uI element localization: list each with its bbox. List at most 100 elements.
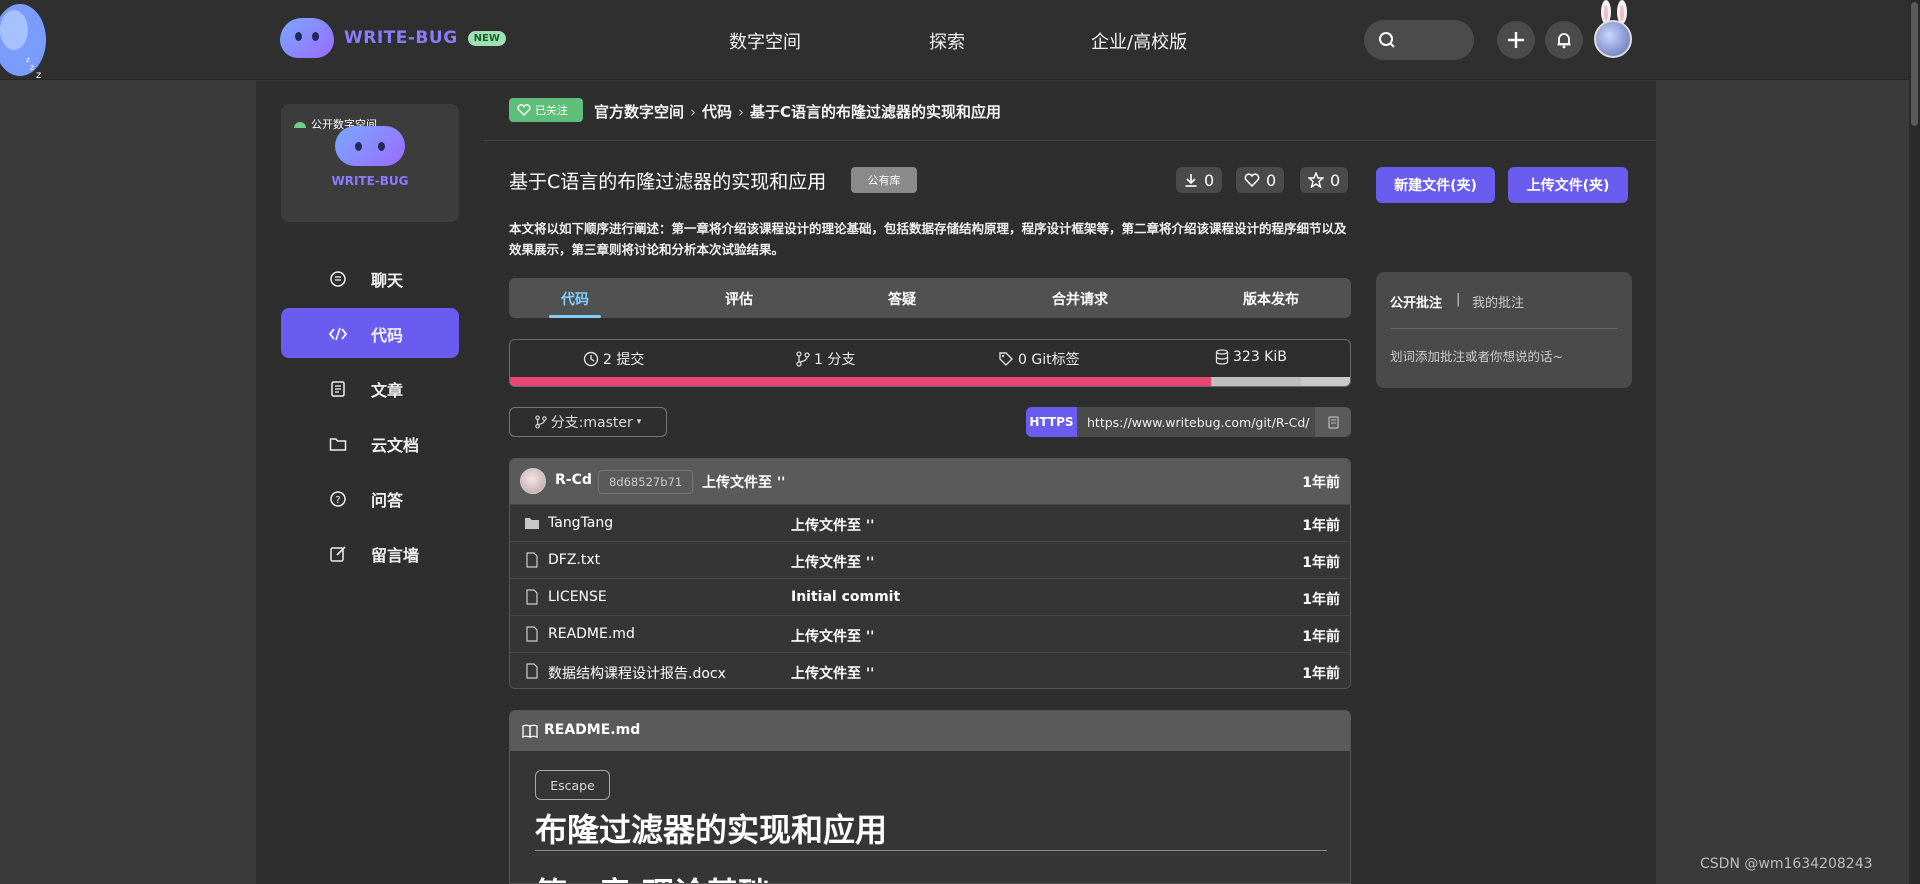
file-name[interactable]: 数据结构课程设计报告.docx [548, 663, 726, 683]
file-icon [526, 626, 538, 642]
readme-subheading: 第一章 理论基础 [535, 869, 770, 883]
table-row[interactable]: DFZ.txt 上传文件至 '' 1年前 [510, 541, 1350, 578]
tab-code[interactable]: 代码 [561, 289, 589, 309]
brand-name: WRITE-BUG [344, 28, 458, 48]
create-button[interactable] [1497, 21, 1535, 59]
repo-stats: 2 提交 1 分支 0 Git标签 323 KiB [509, 339, 1351, 387]
table-row[interactable]: TangTang 上传文件至 '' 1年前 [510, 504, 1350, 541]
sidebar-item-qa[interactable]: ? 问答 [281, 473, 459, 523]
branch-icon [796, 351, 810, 367]
sidebar-item-code[interactable]: 代码 [281, 308, 459, 358]
user-avatar[interactable] [1594, 20, 1632, 58]
sidebar-item-article[interactable]: 文章 [281, 363, 459, 413]
nav-enterprise[interactable]: 企业/高校版 [1091, 28, 1187, 54]
copy-button[interactable] [1315, 407, 1351, 437]
author-avatar[interactable] [520, 468, 546, 494]
upload-file-button[interactable]: 上传文件(夹) [1508, 167, 1628, 203]
nav-explore[interactable]: 探索 [929, 28, 965, 54]
sidebar-item-cloud-docs[interactable]: 云文档 [281, 418, 459, 468]
readme-divider [535, 850, 1327, 851]
file-time: 1年前 [1302, 518, 1340, 534]
branches-label: 1 分支 [814, 352, 856, 368]
table-row[interactable]: LICENSE Initial commit 1年前 [510, 578, 1350, 615]
clone-url[interactable]: https://www.writebug.com/git/R-Cd/ [1077, 407, 1315, 437]
star-icon [1308, 172, 1324, 188]
file-name[interactable]: README.md [548, 626, 635, 642]
like-button[interactable]: 0 [1236, 167, 1285, 193]
scrollbar-thumb[interactable] [1911, 2, 1918, 126]
caret-down-icon: ▾ [636, 417, 642, 427]
tag-icon [999, 352, 1013, 366]
commit-hash[interactable]: 8d68527b71 [598, 470, 694, 494]
file-commit-message: 上传文件至 '' [791, 518, 875, 534]
space-card[interactable]: 公开数字空间 WRITE-BUG [281, 104, 459, 222]
tab-releases[interactable]: 版本发布 [1243, 289, 1299, 309]
branch-label: 分支:master [550, 415, 633, 431]
search-button[interactable] [1364, 20, 1474, 60]
file-time: 1年前 [1302, 592, 1340, 608]
breadcrumb-official-space[interactable]: 官方数字空间 [594, 103, 684, 121]
sidebar-item-label: 聊天 [371, 271, 404, 290]
sidebar-item-message-wall[interactable]: 留言墙 [281, 528, 459, 578]
file-commit-message: 上传文件至 '' [791, 555, 875, 571]
clone-protocol[interactable]: HTTPS [1026, 407, 1077, 437]
folder-icon [525, 518, 539, 529]
breadcrumb-repo: 基于C语言的布隆过滤器的实现和应用 [750, 103, 1002, 121]
language-bar-primary [510, 377, 1212, 386]
download-icon [1185, 174, 1197, 187]
file-name[interactable]: LICENSE [548, 589, 607, 605]
tab-my-notes[interactable]: 我的批注 [1472, 292, 1524, 311]
nav-digital-space[interactable]: 数字空间 [729, 28, 801, 54]
branch-selector[interactable]: 分支:master ▾ [509, 407, 667, 437]
watermark: CSDN @wm1634208243 [1700, 856, 1873, 872]
heart-icon [517, 104, 531, 116]
svg-text:z: z [30, 63, 34, 72]
tags-stat[interactable]: 0 Git标签 [998, 349, 1080, 369]
repo-description: 本文将以如下顺序进行阐述：第一章将介绍该课程设计的理论基础，包括数据存储结构原理… [509, 221, 1347, 257]
brand-logo[interactable]: WRITE-BUG NEW [280, 18, 506, 58]
file-time: 1年前 [1302, 555, 1340, 571]
follow-button[interactable]: 已关注 [509, 98, 583, 122]
language-bar-secondary [1211, 377, 1302, 386]
notes-separator: | [1456, 292, 1461, 307]
notes-divider [1390, 328, 1618, 329]
sleeping-mascot-icon: z z z [0, 4, 46, 81]
chevron-right-icon: › [690, 103, 697, 121]
breadcrumb-code[interactable]: 代码 [702, 103, 732, 121]
folder-icon [329, 438, 347, 451]
commit-author[interactable]: R-Cd [555, 472, 592, 488]
database-icon [1215, 349, 1229, 365]
new-file-button[interactable]: 新建文件(夹) [1376, 167, 1495, 203]
branches-stat[interactable]: 1 分支 [796, 349, 855, 369]
chevron-right-icon: › [738, 103, 745, 121]
escape-chip[interactable]: Escape [535, 770, 610, 800]
table-row[interactable]: README.md 上传文件至 '' 1年前 [510, 615, 1350, 652]
sidebar-item-chat[interactable]: 聊天 [281, 253, 459, 303]
page-scrollbar[interactable] [1909, 0, 1920, 884]
repo-title: 基于C语言的布隆过滤器的实现和应用 [509, 171, 827, 193]
space-name: WRITE-BUG [331, 174, 409, 188]
file-name[interactable]: TangTang [548, 515, 613, 531]
notes-hint: 划词添加批注或者你想说的话~ [1390, 349, 1563, 364]
download-count: 0 [1204, 170, 1215, 190]
chat-icon [330, 271, 346, 287]
svg-text:?: ? [335, 495, 340, 506]
file-time: 1年前 [1302, 666, 1340, 682]
table-row[interactable]: 数据结构课程设计报告.docx 上传文件至 '' 1年前 [510, 652, 1350, 688]
notifications-button[interactable] [1545, 21, 1583, 59]
star-button[interactable]: 0 [1300, 167, 1349, 193]
commits-stat[interactable]: 2 提交 [583, 349, 644, 369]
language-bar [510, 377, 1350, 386]
android-icon [294, 122, 306, 128]
tab-public-notes[interactable]: 公开批注 [1390, 292, 1442, 311]
search-icon [1379, 32, 1395, 48]
branch-icon [534, 415, 547, 429]
tab-review[interactable]: 评估 [725, 289, 753, 309]
tab-merge-requests[interactable]: 合并请求 [1052, 289, 1108, 309]
file-name[interactable]: DFZ.txt [548, 552, 600, 568]
download-button[interactable]: 0 [1176, 167, 1223, 193]
readme-header: README.md [510, 711, 1350, 751]
tab-qa[interactable]: 答疑 [888, 289, 916, 309]
new-badge: NEW [467, 30, 506, 46]
plus-icon [1508, 32, 1524, 48]
